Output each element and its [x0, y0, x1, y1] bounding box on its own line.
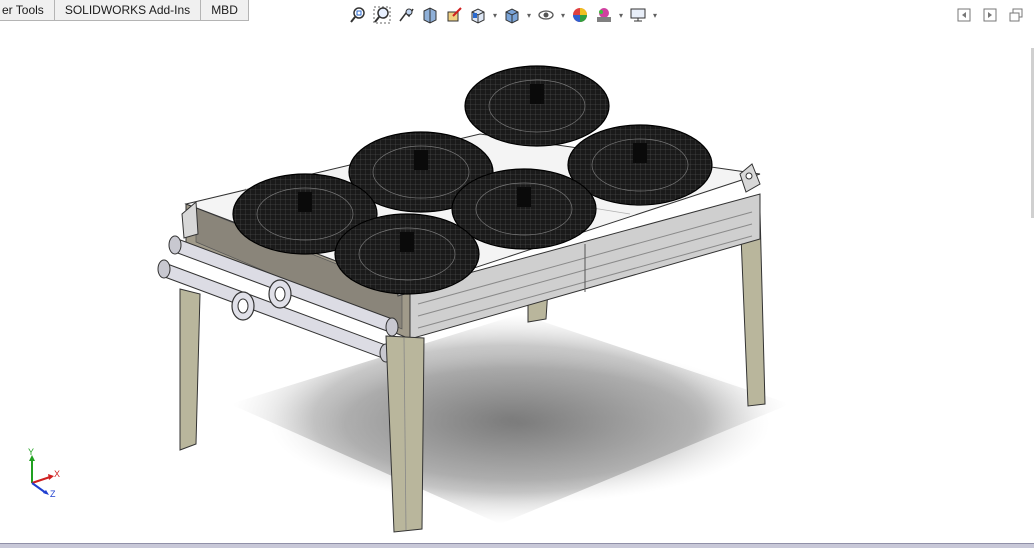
tab-other-tools[interactable]: er Tools — [0, 0, 55, 21]
pipe-flange-right[interactable] — [268, 279, 292, 309]
edit-appearance-icon[interactable] — [568, 4, 592, 26]
lifting-lug-right[interactable] — [739, 163, 761, 193]
viewport-window-controls — [954, 6, 1026, 24]
dynamic-annotation-icon[interactable] — [442, 4, 466, 26]
display-style-dropdown-icon[interactable]: ▾ — [524, 4, 534, 26]
triad-z-label: Z — [50, 489, 56, 499]
view-settings-dropdown-icon[interactable]: ▾ — [650, 4, 660, 26]
command-manager-tabs: er Tools SOLIDWORKS Add-Ins MBD — [0, 0, 249, 22]
heads-up-view-toolbar: ▾ ▾ ▾ ▾ ▾ — [346, 4, 660, 26]
leg-front-center[interactable] — [385, 335, 425, 533]
hide-show-items-icon[interactable] — [534, 4, 558, 26]
dry-cooler-model[interactable] — [0, 24, 1034, 542]
hide-show-dropdown-icon[interactable]: ▾ — [558, 4, 568, 26]
triad-x-label: X — [54, 469, 61, 479]
pipe-flange-left[interactable] — [231, 291, 255, 321]
restore-window-icon[interactable] — [1006, 6, 1026, 24]
ground-shadow — [230, 314, 790, 524]
view-settings-icon[interactable] — [626, 4, 650, 26]
tab-mbd[interactable]: MBD — [201, 0, 249, 21]
fan-back-right[interactable] — [464, 65, 610, 147]
zoom-to-fit-icon[interactable] — [346, 4, 370, 26]
tab-solidworks-add-ins[interactable]: SOLIDWORKS Add-Ins — [54, 0, 202, 21]
viewport-bottom-border — [0, 543, 1034, 548]
apply-scene-icon[interactable] — [592, 4, 616, 26]
display-style-icon[interactable] — [500, 4, 524, 26]
triad-y-label: Y — [28, 447, 35, 457]
leg-front-left[interactable] — [179, 288, 201, 451]
fan-front[interactable] — [334, 213, 480, 295]
view-orientation-icon[interactable] — [466, 4, 490, 26]
tile-right-icon[interactable] — [980, 6, 1000, 24]
lifting-lug-left[interactable] — [181, 200, 199, 239]
view-orientation-dropdown-icon[interactable]: ▾ — [490, 4, 500, 26]
graphics-area[interactable] — [0, 24, 1034, 542]
tile-left-icon[interactable] — [954, 6, 974, 24]
previous-view-icon[interactable] — [394, 4, 418, 26]
fan-center[interactable] — [451, 168, 597, 250]
apply-scene-dropdown-icon[interactable]: ▾ — [616, 4, 626, 26]
zoom-to-area-icon[interactable] — [370, 4, 394, 26]
section-view-icon[interactable] — [418, 4, 442, 26]
reference-triad[interactable]: Y X Z — [20, 447, 70, 507]
